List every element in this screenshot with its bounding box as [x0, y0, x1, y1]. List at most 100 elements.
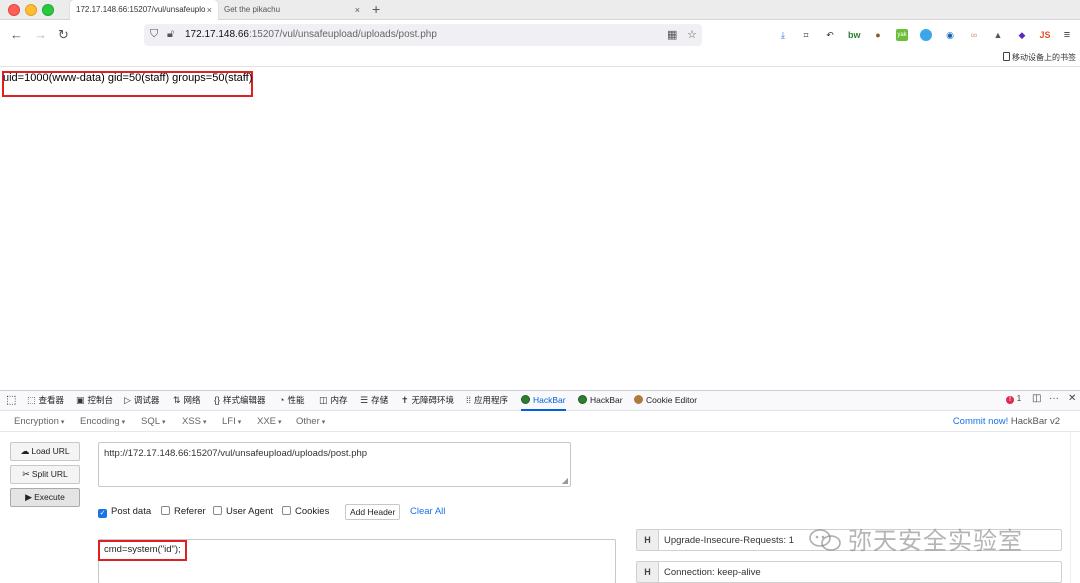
header-toggle[interactable]: H [637, 562, 659, 582]
tab-console[interactable]: ▣ 控制台 [76, 391, 113, 411]
menu-xss[interactable]: XSS ▾ [182, 416, 207, 427]
tab-hackbar-selected[interactable]: HackBar [521, 391, 566, 411]
menu-hamburger-icon[interactable]: ≡ [1061, 29, 1073, 41]
extension-bw-icon[interactable]: bw [848, 29, 861, 41]
new-tab-button[interactable]: + [372, 0, 380, 18]
extension-diamond-icon[interactable]: ◆ [1016, 29, 1028, 41]
checkbox-icon [161, 506, 170, 515]
dock-icon[interactable]: ◫ [1032, 393, 1041, 404]
crop-icon[interactable]: ⌗ [800, 29, 812, 41]
tab-pikachu[interactable]: Get the pikachu × [218, 0, 366, 20]
extension-image-icon[interactable]: ▲ [992, 29, 1004, 41]
error-count: 1 [1016, 394, 1022, 403]
menu-xxe[interactable]: XXE ▾ [257, 416, 282, 427]
close-devtools-icon[interactable]: ✕ [1068, 393, 1076, 404]
tab-cookie-editor[interactable]: Cookie Editor [634, 391, 697, 411]
menu-encryption[interactable]: Encryption ▾ [14, 416, 64, 427]
scrollbar[interactable] [1070, 432, 1080, 583]
extension-link-icon[interactable]: ∞ [968, 29, 980, 41]
hackbar-version: HackBar v2 [1010, 416, 1060, 427]
clear-all-link[interactable]: Clear All [410, 506, 445, 517]
mobile-bookmarks-link[interactable]: 移动设备上的书签 [1003, 52, 1076, 63]
commit-link[interactable]: Commit now! [953, 416, 1008, 427]
menu-label: XSS [182, 416, 202, 427]
menu-label: Encryption [14, 416, 59, 427]
tab-active[interactable]: 172.17.148.66:15207/vul/unsafeuplo × [70, 0, 218, 20]
caret-down-icon: ▾ [237, 419, 242, 426]
load-url-button[interactable]: ☁ Load URL [10, 442, 80, 461]
forward-button[interactable]: → [34, 28, 47, 41]
extension-js-icon[interactable]: JS [1039, 29, 1051, 41]
post-data-checkbox[interactable]: ✓ Post data [98, 506, 151, 518]
watermark: 弥天安全实验室 [808, 521, 1023, 556]
debugger-icon: ▷ [124, 395, 131, 405]
caret-down-icon: ▾ [321, 419, 326, 426]
element-picker-icon[interactable]: ⬚ [6, 391, 16, 411]
tab-application[interactable]: ⁞⁞ 应用程序 [466, 391, 508, 411]
cookie-extension-icon[interactable]: ● [872, 29, 884, 41]
tab-network[interactable]: ⇅ 网络 [173, 391, 201, 411]
add-header-button[interactable]: Add Header [345, 504, 401, 520]
tab-hackbar[interactable]: HackBar [578, 391, 623, 411]
menu-encoding[interactable]: Encoding ▾ [80, 416, 125, 427]
back-button[interactable]: ← [10, 28, 23, 41]
performance-icon: ◔ [279, 395, 285, 405]
qrcode-icon[interactable]: ▦ [667, 28, 677, 41]
mobile-device-icon [1003, 52, 1010, 61]
caret-down-icon: ▾ [60, 419, 65, 426]
extension-yak-icon[interactable]: yak [896, 29, 908, 41]
network-icon: ⇅ [173, 395, 181, 405]
undo-icon[interactable]: ↶ [824, 29, 836, 41]
header-row[interactable]: H Connection: keep-alive [636, 561, 1062, 583]
address-bar[interactable]: ⛉ 🔓︎ 172.17.148.66:15207/vul/unsafeuploa… [144, 24, 702, 46]
menu-label: Encoding [80, 416, 120, 427]
tab-title: Get the pikachu [224, 5, 281, 14]
cloud-download-icon: ☁ [20, 446, 30, 456]
tab-inspector[interactable]: ⬚ 查看器 [27, 391, 64, 411]
menu-lfi[interactable]: LFI ▾ [222, 416, 241, 427]
reload-button[interactable]: ↻ [58, 28, 69, 41]
tab-label: 内存 [330, 395, 348, 405]
split-url-button[interactable]: ✂ Split URL [10, 465, 80, 484]
tab-label: HackBar [533, 395, 566, 405]
tab-close-icon[interactable]: × [207, 0, 212, 20]
execute-button[interactable]: ▶ Execute [10, 488, 80, 507]
more-options-icon[interactable]: ··· [1049, 393, 1059, 404]
extension-blue-icon[interactable] [920, 29, 932, 41]
window-close-button[interactable] [8, 4, 20, 16]
url-text[interactable]: 172.17.148.66:15207/vul/unsafeupload/upl… [185, 29, 437, 40]
tab-style-editor[interactable]: {} 样式编辑器 [214, 391, 266, 411]
tab-memory[interactable]: ◫ 内存 [319, 391, 348, 411]
play-icon: ▶ [25, 492, 33, 502]
mobile-bookmarks-label: 移动设备上的书签 [1012, 53, 1076, 62]
header-toggle[interactable]: H [637, 530, 659, 550]
user-agent-checkbox[interactable]: User Agent [213, 506, 273, 517]
extension-globe-icon[interactable]: ◉ [944, 29, 956, 41]
tab-debugger[interactable]: ▷ 调试器 [124, 391, 159, 411]
hackbar-icon [578, 395, 587, 404]
hackbar-menu: Encryption ▾ Encoding ▾ SQL ▾ XSS ▾ LFI ▾ XXE… [0, 412, 1080, 432]
shield-icon[interactable]: ⛉ [150, 28, 158, 41]
bookmark-star-icon[interactable]: ☆ [687, 28, 697, 41]
tab-accessibility[interactable]: ✝ 无障碍环境 [401, 391, 454, 411]
resize-grip-icon[interactable]: ◢ [562, 476, 568, 485]
caret-down-icon: ▾ [121, 419, 126, 426]
button-label: Execute [34, 492, 65, 502]
accessibility-icon: ✝ [401, 395, 409, 405]
window-zoom-button[interactable] [42, 4, 54, 16]
checkbox-icon [213, 506, 222, 515]
tab-storage[interactable]: ☰ 存储 [360, 391, 388, 411]
referer-checkbox[interactable]: Referer [161, 506, 206, 517]
tab-label: 存储 [371, 395, 389, 405]
tab-performance[interactable]: ◔ 性能 [279, 391, 304, 411]
window-minimize-button[interactable] [25, 4, 37, 16]
url-textarea[interactable]: http://172.17.148.66:15207/vul/unsafeupl… [98, 442, 571, 487]
menu-sql[interactable]: SQL ▾ [141, 416, 166, 427]
download-icon[interactable]: ⤓ [777, 29, 789, 41]
tab-close-icon[interactable]: × [355, 0, 360, 20]
menu-other[interactable]: Other ▾ [296, 416, 325, 427]
cookies-checkbox[interactable]: Cookies [282, 506, 329, 517]
insecure-lock-icon[interactable]: 🔓︎ [167, 28, 174, 41]
error-indicator[interactable]: ! 1 [1006, 393, 1021, 404]
tab-label: 网络 [183, 395, 201, 405]
